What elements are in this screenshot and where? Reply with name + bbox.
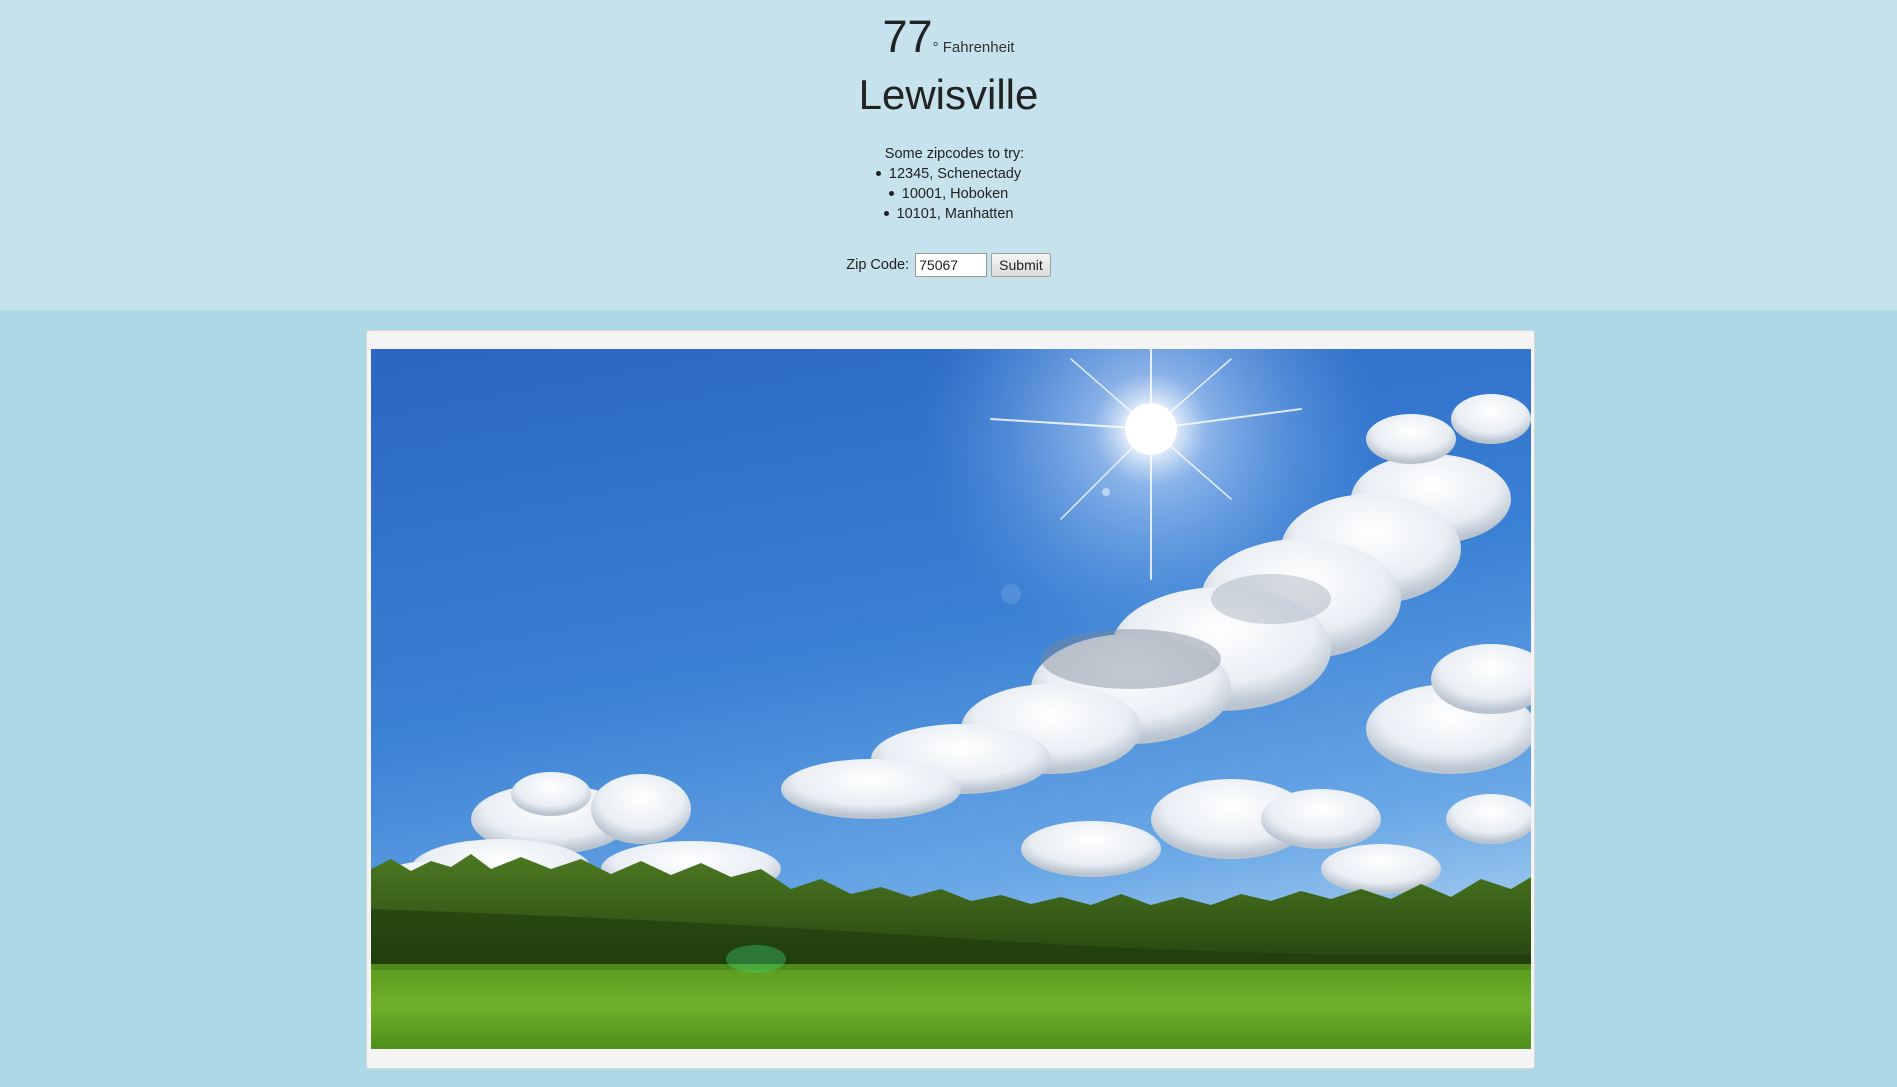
- temperature-unit: ° Fahrenheit: [932, 39, 1015, 56]
- header: 77° Fahrenheit Lewisville Some zipcodes …: [0, 0, 1897, 311]
- suggestions-title: Some zipcodes to try:: [884, 146, 1025, 162]
- submit-button[interactable]: Submit: [991, 253, 1051, 277]
- weather-image-frame: [366, 330, 1535, 1069]
- suggestions-list: 12345, Schenectady 10001, Hoboken 10101,…: [0, 164, 1897, 224]
- bullet-icon: [875, 170, 881, 176]
- zipcode-suggestions: Some zipcodes to try: 12345, Schenectady…: [0, 144, 1897, 224]
- list-item: 12345, Schenectady: [0, 164, 1897, 184]
- temperature-value: 77: [882, 11, 933, 62]
- bullet-icon: [888, 190, 894, 196]
- temperature-display: 77° Fahrenheit: [0, 14, 1897, 59]
- list-item: 10101, Manhatten: [0, 204, 1897, 224]
- list-item: 10001, Hoboken: [0, 184, 1897, 204]
- zip-form: Zip Code: Submit: [0, 253, 1897, 277]
- suggestion-text: 12345, Schenectady: [888, 166, 1022, 182]
- suggestion-text: 10001, Hoboken: [901, 186, 1009, 202]
- city-name: Lewisville: [858, 71, 1039, 118]
- bullet-icon: [883, 210, 889, 216]
- zip-label: Zip Code:: [846, 257, 910, 273]
- suggestion-text: 10101, Manhatten: [896, 206, 1014, 222]
- weather-image: [371, 349, 1531, 1049]
- zip-input[interactable]: [915, 253, 988, 277]
